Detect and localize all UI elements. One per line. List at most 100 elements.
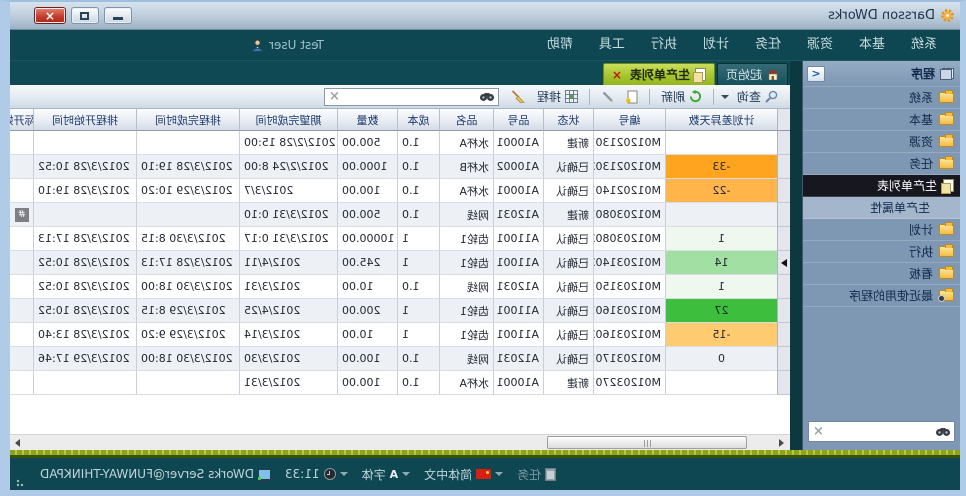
cell: A10001 <box>493 131 543 155</box>
sidebar-item-8[interactable]: 看板 <box>803 263 960 285</box>
menu-basic[interactable]: 基本 <box>846 30 898 60</box>
refresh-button[interactable]: 刷新 <box>657 86 706 107</box>
table-row[interactable]: 27M012031601已确认A11001齿轮11200.002012/4/25… <box>10 299 790 323</box>
sidebar-item-6[interactable]: 计划 <box>803 219 960 241</box>
toolbar-search-clear-icon[interactable]: × <box>329 90 340 103</box>
cell: 500.00 <box>337 131 397 155</box>
close-button[interactable]: × <box>34 7 66 24</box>
table-row[interactable]: -15M012031602已确认A11001齿轮1110.002012/3/14… <box>10 323 790 347</box>
font-label: 字体 <box>362 466 386 483</box>
cell: A11001 <box>493 227 543 251</box>
sidebar-item-7[interactable]: 执行 <box>803 241 960 263</box>
tab-start-page[interactable]: 起始页 <box>717 63 788 85</box>
sidebar-item-4[interactable]: 生产单列表 <box>803 175 960 197</box>
task-panel-toggle[interactable]: 任务 <box>517 466 556 483</box>
column-header-8[interactable]: 排程完成时间 <box>136 109 239 131</box>
folder-icon <box>939 268 954 279</box>
scroll-right-arrow-icon[interactable] <box>10 435 26 451</box>
scroll-left-arrow-icon[interactable] <box>774 435 790 451</box>
cell: 10000.00 <box>337 227 397 251</box>
sidebar-item-9[interactable]: 最近使用的程序 <box>803 285 960 307</box>
hash-marker: # <box>15 208 29 222</box>
menu-tools[interactable]: 工具 <box>586 30 638 60</box>
refresh-label: 刷新 <box>661 88 685 105</box>
font-selector[interactable]: A 字体 <box>362 466 411 483</box>
column-header-10[interactable]: 实际开始时间 <box>10 109 33 131</box>
sidebar-item-label: 系统 <box>909 89 933 106</box>
cell: M012030801 <box>593 203 665 227</box>
scrollbar-thumb[interactable] <box>547 436 747 449</box>
column-header-6[interactable]: 数量 <box>337 109 397 131</box>
menu-help[interactable]: 帮助 <box>534 30 586 60</box>
restore-button[interactable] <box>71 7 99 24</box>
sidebar-item-5[interactable]: 生产单属性 <box>803 197 960 219</box>
cell: -15 <box>665 323 777 347</box>
minimize-button[interactable] <box>104 7 132 24</box>
status-bar: 任务 简体中文 A 字体 11:33 DWorks Server@FUNWAY-… <box>10 458 960 490</box>
sidebar-item-2[interactable]: 资源 <box>803 131 960 153</box>
menu-task[interactable]: 任务 <box>742 30 794 60</box>
horizontal-scrollbar[interactable] <box>10 434 790 450</box>
chevron-down-icon <box>495 472 503 476</box>
cell: 齿轮1 <box>439 251 493 275</box>
query-label: 查询 <box>737 88 761 105</box>
cell: 2012/3/30 18:00 <box>136 347 239 371</box>
toolbar-search-input[interactable] <box>344 91 476 103</box>
sidebar-item-3[interactable]: 任务 <box>803 153 960 175</box>
resize-grip[interactable] <box>16 477 26 487</box>
table-row[interactable]: M012030801新建A12031网线1.0500.002012/3/31 0… <box>10 203 790 227</box>
menu-resource[interactable]: 资源 <box>794 30 846 60</box>
grid-header-row: 计划差异天数编号状态品号品名成本数量期望完成时间排程完成时间排程开始时间实际开始… <box>10 109 790 131</box>
query-dropdown-icon[interactable] <box>721 95 729 99</box>
sidebar-search-input[interactable] <box>828 426 932 438</box>
column-header-2[interactable]: 状态 <box>543 109 593 131</box>
tab-production-order-list[interactable]: 生产单列表 × <box>603 63 715 85</box>
schedule-button[interactable]: 排程 <box>533 86 582 107</box>
edit-button[interactable] <box>597 88 618 105</box>
cell: M012032701 <box>593 371 665 395</box>
column-header-7[interactable]: 期望完成时间 <box>239 109 337 131</box>
column-header-5[interactable]: 成本 <box>397 109 439 131</box>
new-button[interactable] <box>622 88 642 106</box>
app-gear-icon <box>940 8 955 23</box>
menu-plan[interactable]: 计划 <box>690 30 742 60</box>
folder-icon <box>939 136 954 147</box>
table-row[interactable]: 0M012031701已确认A12031网线1.0100.002012/3/30… <box>10 347 790 371</box>
column-header-1[interactable]: 编号 <box>593 109 665 131</box>
cell <box>136 203 239 227</box>
sidebar-tree: 系统基本资源任务生产单列表生产单属性计划执行看板最近使用的程序 <box>803 87 960 307</box>
sidebar-search-clear-icon[interactable]: × <box>813 425 824 438</box>
sidebar-item-0[interactable]: 系统 <box>803 87 960 109</box>
clear-filter-button[interactable] <box>507 88 529 105</box>
column-header-3[interactable]: 品号 <box>493 109 543 131</box>
sidebar-header: 程序 < <box>803 61 960 87</box>
tab-close-icon[interactable]: × <box>612 68 622 82</box>
menu-system[interactable]: 系统 <box>898 30 950 60</box>
language-selector[interactable]: 简体中文 <box>424 466 503 483</box>
query-button[interactable]: 查询 <box>733 86 782 107</box>
menu-execute[interactable]: 执行 <box>638 30 690 60</box>
column-header-9[interactable]: 排程开始时间 <box>33 109 136 131</box>
column-header-4[interactable]: 品名 <box>439 109 493 131</box>
clock-icon <box>324 468 336 480</box>
table-row[interactable]: -33M012021302已确认A10002水杯B1.01000.002012/… <box>10 155 790 179</box>
table-row[interactable]: 1M012031501已确认A12031网线1.010.002012/3/312… <box>10 275 790 299</box>
folder-icon <box>939 114 954 125</box>
sidebar-collapse-button[interactable]: < <box>807 66 825 82</box>
cell: 500.00 <box>337 203 397 227</box>
cell: 100.00 <box>337 179 397 203</box>
table-row[interactable]: M012021301新建A10001水杯A1.0500.002012/2/28 … <box>10 131 790 155</box>
table-row[interactable]: M012032701新建A10001水杯A1.0100.002012/3/31 <box>10 371 790 395</box>
pencil-icon <box>601 90 614 103</box>
cell: 2012/2/24 8:00 <box>239 155 337 179</box>
column-header-0[interactable]: 计划差异天数 <box>665 109 777 131</box>
table-row[interactable]: 1M012030802已确认A11001齿轮1110000.002012/3/3… <box>10 227 790 251</box>
cell: 水杯A <box>439 371 493 395</box>
table-row[interactable]: 14M012031402已确认A11001齿轮11245.002012/4/11… <box>10 251 790 275</box>
cell: 1.0 <box>397 131 439 155</box>
sidebar-item-1[interactable]: 基本 <box>803 109 960 131</box>
sidebar-splitter[interactable] <box>790 61 802 450</box>
clock-widget[interactable]: 11:33 <box>285 467 348 481</box>
table-row[interactable]: -22M012021401已确认A10001水杯A1.0100.002012/3… <box>10 179 790 203</box>
document-icon <box>695 68 706 81</box>
